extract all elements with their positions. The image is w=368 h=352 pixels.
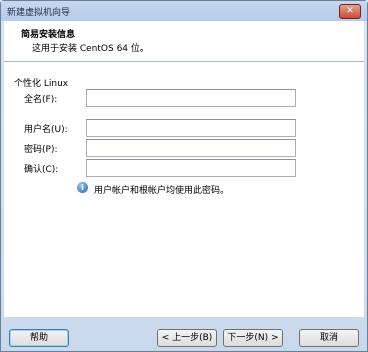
section-title: 个性化 Linux [14, 79, 69, 89]
password-label: 密码(P): [24, 145, 58, 155]
title-bar[interactable]: 新建虚拟机向导 ✕ [1, 1, 367, 21]
confirm-label: 确认(C): [24, 165, 59, 175]
username-field[interactable] [86, 119, 296, 137]
fullname-label: 全名(F): [24, 95, 58, 105]
window-title: 新建虚拟机向导 [7, 8, 71, 18]
username-label: 用户名(U): [24, 125, 68, 135]
page-subtitle: 这用于安装 CentOS 64 位。 [32, 44, 149, 54]
page-title: 简易安装信息 [21, 30, 76, 40]
back-button[interactable]: < 上一步(B) [157, 329, 217, 347]
wizard-header: 简易安装信息 这用于安装 CentOS 64 位。 [4, 21, 364, 62]
info-icon: i [77, 182, 88, 193]
info-text: 用户帐户和根帐户均使用此密码。 [94, 186, 230, 196]
confirm-password-field[interactable] [86, 159, 296, 177]
wizard-body: 个性化 Linux 全名(F): 用户名(U): 密码(P): 确认(C): i… [4, 62, 364, 317]
fullname-field[interactable] [86, 89, 296, 107]
password-field[interactable] [86, 139, 296, 157]
close-button[interactable]: ✕ [339, 4, 361, 19]
next-button[interactable]: 下一步(N) > [223, 329, 283, 347]
help-button[interactable]: 帮助 [9, 329, 69, 347]
wizard-footer: 帮助 < 上一步(B) 下一步(N) > 取消 [1, 318, 367, 351]
new-vm-wizard-window: 新建虚拟机向导 ✕ 简易安装信息 这用于安装 CentOS 64 位。 个性化 … [0, 0, 368, 352]
cancel-button[interactable]: 取消 [299, 329, 359, 347]
